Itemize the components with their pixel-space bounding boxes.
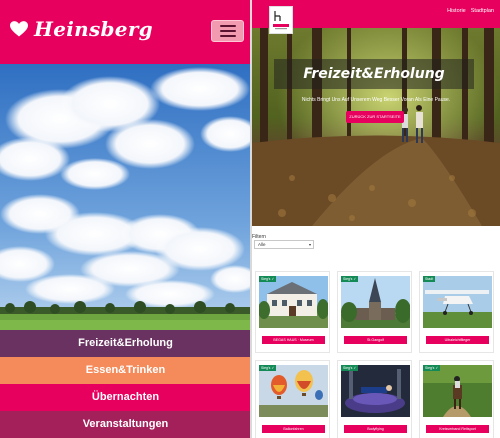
card-image-st-gangolf: [341, 276, 410, 328]
card-image-horse-riding: [423, 365, 492, 417]
back-to-home-button[interactable]: ZURÜCK ZUR STARTSEITE: [346, 111, 404, 123]
nav-link-stadtplan[interactable]: Stadtplan: [471, 8, 494, 14]
desktop-view: Historie Stadtplan Freizeit&Erholung Nic…: [252, 0, 500, 438]
attraction-card[interactable]: Sieg's ✓ Ballonfahren: [255, 360, 330, 438]
hero-title-box: Freizeit&Erholung: [274, 59, 474, 89]
card-image-balloons: [259, 365, 328, 417]
heinsberg-logo-icon[interactable]: [269, 6, 293, 34]
attraction-card[interactable]: Sieg's ✓ St.Gangolf: [337, 271, 412, 353]
attraction-card[interactable]: Sieg's ✓ Bodyflying: [337, 360, 412, 438]
card-badge: Sieg's ✓: [341, 276, 359, 282]
card-badge: Sieg's ✓: [341, 365, 359, 371]
mobile-view: Heinsberg Freizeit&Erholung Essen&Trinke…: [0, 0, 251, 438]
chevron-down-icon: ▾: [308, 242, 311, 247]
menu-item-freizeit[interactable]: Freizeit&Erholung: [0, 330, 251, 357]
attraction-card[interactable]: Sieg's ✓ Kreisverband Reitsport: [419, 360, 494, 438]
card-button[interactable]: St.Gangolf: [344, 336, 407, 344]
filter-select[interactable]: Alle ▾: [254, 240, 314, 249]
nav-link-historie[interactable]: Historie: [447, 8, 466, 14]
attraction-card[interactable]: Sieg's ✓ BEGAS HAUS · Museum: [255, 271, 330, 353]
hamburger-menu-button[interactable]: [211, 20, 244, 42]
card-badge: Sieg's ✓: [259, 365, 277, 371]
card-button[interactable]: Ultraleichtflieger: [426, 336, 489, 344]
menu-item-essen[interactable]: Essen&Trinken: [0, 357, 251, 384]
hamburger-icon: [219, 25, 236, 27]
hero-subtitle: Nichts Bringt Uns Auf Unserem Weg Besser…: [301, 97, 451, 103]
mobile-header: Heinsberg: [0, 0, 251, 64]
hamburger-icon-line: [219, 35, 236, 37]
brand-logo[interactable]: Heinsberg: [10, 17, 153, 41]
card-button[interactable]: BEGAS HAUS · Museum: [262, 336, 325, 344]
card-image-begas-haus: [259, 276, 328, 328]
card-image-ultralight: [423, 276, 492, 328]
card-badge: Stadt: [423, 276, 436, 282]
attraction-card[interactable]: Stadt Ultraleichtflieger: [419, 271, 494, 353]
card-badge: Sieg's ✓: [423, 365, 441, 371]
heart-icon: [10, 21, 28, 37]
hero-caption: Freizeit&Erholung Nichts Bringt Uns Auf …: [252, 28, 500, 226]
card-button[interactable]: Kreisverband Reitsport: [426, 425, 489, 433]
hero-title: Freizeit&Erholung: [303, 66, 445, 82]
menu-item-uebernachten[interactable]: Übernachten: [0, 384, 251, 411]
hamburger-icon-line: [219, 30, 236, 32]
attraction-grid: Sieg's ✓ BEGAS HAUS · Museum Sieg's ✓ St…: [252, 268, 500, 438]
card-image-bodyflying: [341, 365, 410, 417]
card-badge: Sieg's ✓: [259, 276, 277, 282]
filter-selected-value: Alle: [258, 242, 266, 247]
card-button[interactable]: Ballonfahren: [262, 425, 325, 433]
menu-item-veranstaltungen[interactable]: Veranstaltungen: [0, 411, 251, 438]
category-menu: Freizeit&Erholung Essen&Trinken Übernach…: [0, 330, 251, 438]
brand-name: Heinsberg: [34, 17, 153, 41]
card-button[interactable]: Bodyflying: [344, 425, 407, 433]
sky-meadow-image: [0, 64, 251, 330]
top-nav: Historie Stadtplan: [447, 8, 494, 14]
